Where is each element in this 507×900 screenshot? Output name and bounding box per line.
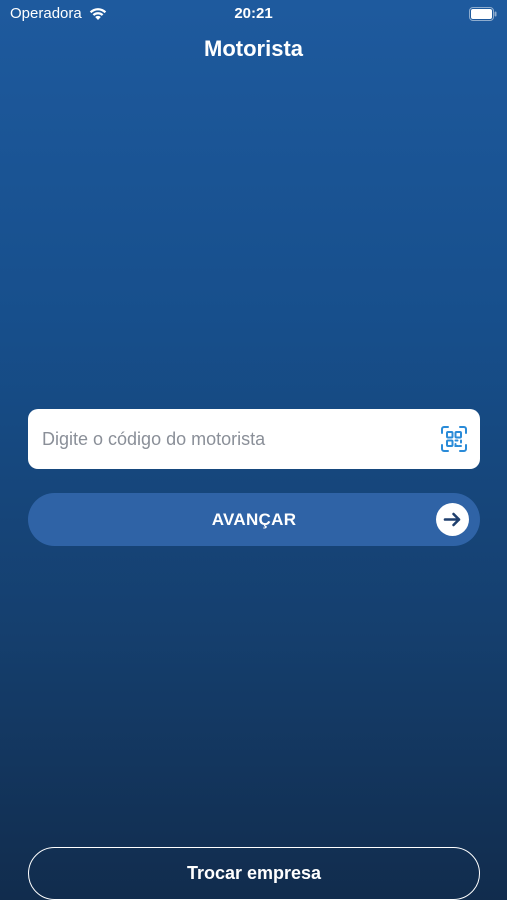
- battery-icon: [469, 7, 497, 21]
- advance-button-label: AVANÇAR: [211, 509, 297, 529]
- arrow-right-circle-icon: [436, 503, 469, 536]
- advance-button[interactable]: AVANÇAR: [28, 493, 480, 546]
- page-title: Motorista: [204, 36, 303, 61]
- switch-company-button[interactable]: Trocar empresa: [28, 847, 480, 900]
- status-bar: Operadora 20:21: [0, 0, 507, 30]
- switch-company-label: Trocar empresa: [186, 863, 322, 883]
- driver-code-input[interactable]: [42, 428, 440, 450]
- status-time: 20:21: [234, 5, 273, 22]
- qr-code-scan-icon[interactable]: [440, 425, 468, 453]
- driver-code-field[interactable]: [28, 409, 480, 469]
